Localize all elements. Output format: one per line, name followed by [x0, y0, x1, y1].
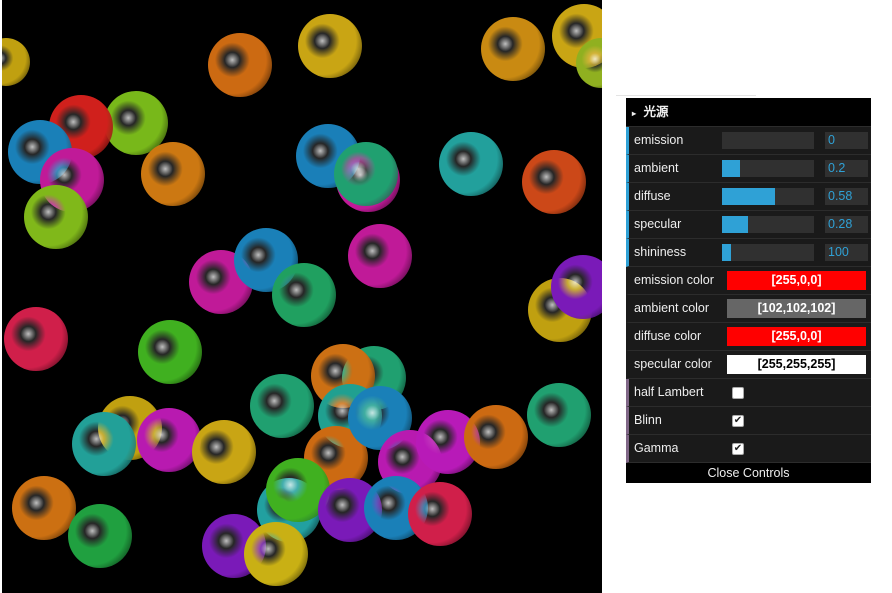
- folder-title: 光源: [643, 105, 669, 119]
- checkbox-Blinn[interactable]: ✔: [732, 415, 744, 427]
- sphere: [481, 17, 545, 81]
- slider-label: diffuse: [634, 189, 671, 203]
- toggle-row-Gamma: Gamma ✔: [626, 435, 871, 463]
- sphere: [250, 374, 314, 438]
- slider-label: ambient: [634, 161, 679, 175]
- color-picker-ambient-color[interactable]: [102,102,102]: [727, 299, 866, 318]
- sphere: [439, 132, 503, 196]
- sphere: [72, 412, 136, 476]
- number-input-shininess[interactable]: 100: [825, 244, 868, 261]
- color-label: ambient color: [634, 301, 710, 315]
- color-row-emission-color: emission color [255,0,0]: [626, 267, 871, 295]
- color-picker-diffuse-color[interactable]: [255,0,0]: [727, 327, 866, 346]
- color-row-ambient-color: ambient color [102,102,102]: [626, 295, 871, 323]
- folder-light-source[interactable]: ▸ 光源: [626, 98, 871, 127]
- slider-fill: [722, 160, 741, 177]
- sphere: [522, 150, 586, 214]
- slider-label: shininess: [634, 245, 687, 259]
- color-label: diffuse color: [634, 329, 702, 343]
- color-row-specular-color: specular color [255,255,255]: [626, 351, 871, 379]
- toggle-row-Blinn: Blinn ✔: [626, 407, 871, 435]
- sphere: [408, 482, 472, 546]
- toggle-label: Gamma: [634, 441, 679, 455]
- slider-ambient[interactable]: [722, 160, 814, 177]
- slider-row-emission: emission 0: [626, 127, 871, 155]
- slider-fill: [722, 244, 732, 261]
- sphere: [208, 33, 272, 97]
- slider-row-specular: specular 0.28: [626, 211, 871, 239]
- divider: [616, 95, 756, 96]
- checkbox-Gamma[interactable]: ✔: [732, 443, 744, 455]
- toggle-label: Blinn: [634, 413, 662, 427]
- slider-diffuse[interactable]: [722, 188, 814, 205]
- sphere: [68, 504, 132, 568]
- render-canvas[interactable]: [2, 0, 602, 593]
- sphere: [138, 320, 202, 384]
- number-input-ambient[interactable]: 0.2: [825, 160, 868, 177]
- sphere: [12, 476, 76, 540]
- color-row-diffuse-color: diffuse color [255,0,0]: [626, 323, 871, 351]
- controls-panel: ▸ 光源 emission 0 ambient 0.2 diffuse 0.58 specu…: [626, 98, 871, 483]
- slider-specular[interactable]: [722, 216, 814, 233]
- slider-row-diffuse: diffuse 0.58: [626, 183, 871, 211]
- sphere: [527, 383, 591, 447]
- color-label: specular color: [634, 357, 712, 371]
- slider-label: specular: [634, 217, 682, 231]
- folder-arrow-icon: ▸: [632, 109, 637, 118]
- color-label: emission color: [634, 273, 714, 287]
- number-input-diffuse[interactable]: 0.58: [825, 188, 868, 205]
- sphere: [4, 307, 68, 371]
- sphere: [244, 522, 308, 586]
- slider-shininess[interactable]: [722, 244, 814, 261]
- toggle-label: half Lambert: [634, 385, 704, 399]
- close-controls-button[interactable]: Close Controls: [626, 463, 871, 483]
- slider-fill: [722, 188, 776, 205]
- sphere: [2, 38, 30, 86]
- number-input-emission[interactable]: 0: [825, 132, 868, 149]
- color-picker-emission-color[interactable]: [255,0,0]: [727, 271, 866, 290]
- sphere: [192, 420, 256, 484]
- slider-row-shininess: shininess 100: [626, 239, 871, 267]
- sphere: [141, 142, 205, 206]
- sphere: [137, 408, 201, 472]
- number-input-specular[interactable]: 0.28: [825, 216, 868, 233]
- slider-row-ambient: ambient 0.2: [626, 155, 871, 183]
- toggle-row-half-Lambert: half Lambert: [626, 379, 871, 407]
- color-picker-specular-color[interactable]: [255,255,255]: [727, 355, 866, 374]
- sphere: [298, 14, 362, 78]
- slider-fill: [722, 216, 748, 233]
- sphere: [464, 405, 528, 469]
- slider-label: emission: [634, 133, 684, 147]
- checkbox-half-Lambert[interactable]: [732, 387, 744, 399]
- slider-emission[interactable]: [722, 132, 814, 149]
- sphere: [272, 263, 336, 327]
- sphere: [334, 142, 398, 206]
- sphere: [348, 224, 412, 288]
- sphere: [24, 185, 88, 249]
